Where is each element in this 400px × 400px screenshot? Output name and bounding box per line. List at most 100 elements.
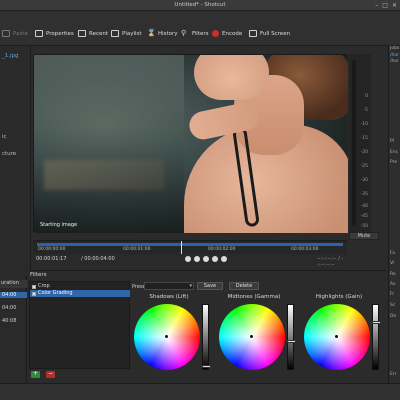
panel-label: cture — [2, 151, 17, 157]
job-item[interactable]: /hor — [390, 53, 399, 58]
encode-button[interactable]: Encode — [212, 30, 242, 37]
duration-column-header[interactable]: uration — [0, 280, 27, 288]
fullscreen-icon — [249, 30, 257, 37]
panel-label: Err — [390, 372, 397, 377]
midtones-label: Midtones (Gamma) — [227, 294, 281, 300]
properties-icon — [35, 30, 43, 37]
ruler-tick: 00:00:02:00 — [208, 247, 236, 252]
play-icon[interactable] — [203, 256, 209, 262]
rewind-icon[interactable] — [194, 256, 200, 262]
meter-tick: -25 — [360, 164, 368, 169]
midtones-level-slider[interactable] — [287, 304, 296, 370]
list-item[interactable]: 04:00 — [0, 292, 27, 298]
filter-list: Crop Color Grading — [29, 281, 130, 369]
filters-panel: Filters Crop Color Grading + − Preset ▾ … — [29, 270, 386, 383]
ruler-tick: 00:00:03:00 — [291, 247, 319, 252]
playlist-button[interactable]: Playlist — [111, 30, 142, 37]
add-filter-button[interactable]: + — [31, 371, 40, 378]
shadows-color-wheel[interactable] — [134, 304, 200, 370]
save-preset-button[interactable]: Save — [197, 282, 223, 290]
panel-label: De — [390, 314, 397, 319]
timecode-current[interactable]: 00:00:01:17 — [36, 256, 67, 262]
playlist-duration-panel: uration 04:00 04:00 40:08 — [0, 275, 27, 383]
remove-filter-button[interactable]: − — [46, 371, 55, 378]
meter-tick: -40 — [360, 204, 368, 209]
timeline-ruler[interactable]: 00:00:00:00 00:00:01:00 00:00:02:00 00:0… — [33, 240, 347, 255]
meter-tick: -15 — [360, 136, 368, 141]
properties-label: Properties — [46, 30, 74, 37]
in-out-points: --:--:--:-- / --:--:--:-- — [317, 256, 344, 268]
video-player[interactable]: Starting image — [33, 54, 348, 233]
checkbox[interactable] — [32, 284, 36, 289]
meter-tick: -50 — [360, 224, 368, 229]
shadows-label: Shadows (Lift) — [149, 294, 189, 300]
filters-button[interactable]: ⚲ Filters — [181, 30, 209, 37]
playlist-file-item[interactable]: _1.jpg — [2, 53, 19, 59]
checkbox[interactable] — [32, 291, 36, 296]
scrub-bar[interactable] — [37, 243, 343, 246]
properties-button[interactable]: Properties — [35, 30, 74, 37]
recent-label: Recent — [89, 30, 109, 37]
filter-item-color-grading[interactable]: Color Grading — [30, 290, 130, 297]
meter-tick: -45 — [360, 214, 368, 219]
transport-controls — [185, 256, 227, 262]
window-title: Untitled* - Shotcut — [174, 2, 226, 8]
maximize-button[interactable]: □ — [382, 2, 388, 9]
meter-tick: -10 — [360, 122, 368, 127]
paste-button[interactable]: Paste — [2, 30, 28, 37]
recent-icon — [78, 30, 86, 37]
timecode-total: / 00:00:04:00 — [81, 256, 115, 262]
audio-meter: 0 -5 -10 -15 -20 -25 -30 -35 -40 -45 -50 — [349, 54, 371, 232]
panel-label: Re — [390, 272, 396, 277]
filter-name: Crop — [38, 283, 50, 289]
skip-previous-icon[interactable] — [185, 256, 191, 262]
filter-name: Color Grading — [38, 290, 73, 296]
mute-button[interactable]: Mute — [349, 232, 379, 240]
skip-next-icon[interactable] — [221, 256, 227, 262]
panel-label: Jobs — [390, 46, 400, 51]
status-bar — [0, 383, 400, 400]
recent-button[interactable]: Recent — [78, 30, 108, 37]
panel-label: As — [390, 282, 396, 287]
main-toolbar: Paste Properties Recent Playlist ⌛ Histo… — [0, 11, 400, 46]
filter-item-crop[interactable]: Crop — [30, 283, 130, 290]
history-label: History — [158, 30, 178, 37]
paste-icon — [2, 30, 10, 37]
meter-tick: -35 — [360, 192, 368, 197]
shadows-level-slider[interactable] — [202, 304, 211, 370]
encode-icon — [212, 30, 219, 37]
meter-bar — [352, 60, 356, 226]
delete-preset-button[interactable]: Delete — [229, 282, 259, 290]
meter-tick: 0 — [365, 94, 368, 99]
panel-label: Pre — [390, 160, 398, 165]
highlights-level-slider[interactable] — [372, 304, 381, 370]
chevron-down-icon: ▾ — [189, 283, 192, 289]
minimize-button[interactable]: – — [375, 2, 378, 9]
playlist-label: Playlist — [122, 30, 142, 37]
encode-label: Encode — [222, 30, 243, 37]
playhead[interactable] — [181, 241, 182, 255]
filters-icon: ⚲ — [181, 29, 187, 37]
fast-forward-icon[interactable] — [212, 256, 218, 262]
transport-bar: 00:00:01:17 / 00:00:04:00 --:--:--:-- / … — [33, 254, 347, 268]
playlist-icon — [111, 30, 119, 37]
filters-panel-title: Filters — [30, 272, 47, 278]
history-button[interactable]: ⌛ History — [147, 30, 178, 37]
highlights-color-wheel[interactable] — [304, 304, 370, 370]
job-item[interactable]: /hor — [390, 59, 399, 64]
fullscreen-button[interactable]: Full Screen — [249, 30, 290, 37]
midtones-color-wheel[interactable] — [219, 304, 285, 370]
fullscreen-label: Full Screen — [260, 30, 291, 37]
history-icon: ⌛ — [147, 29, 156, 37]
panel-label: Fr — [390, 292, 395, 297]
playlist-panel: _1.jpg ic cture — [0, 46, 31, 272]
preset-select[interactable]: ▾ — [144, 282, 194, 290]
filters-label: Filters — [192, 30, 209, 37]
list-item[interactable]: 40:08 — [0, 318, 27, 324]
title-bar: Untitled* - Shotcut – □ ✕ — [0, 0, 400, 11]
list-item[interactable]: 04:00 — [0, 305, 27, 311]
ruler-tick: 00:00:01:00 — [123, 247, 151, 252]
close-button[interactable]: ✕ — [392, 2, 397, 9]
paste-label: Paste — [13, 30, 28, 37]
window-controls: – □ ✕ — [375, 2, 397, 9]
